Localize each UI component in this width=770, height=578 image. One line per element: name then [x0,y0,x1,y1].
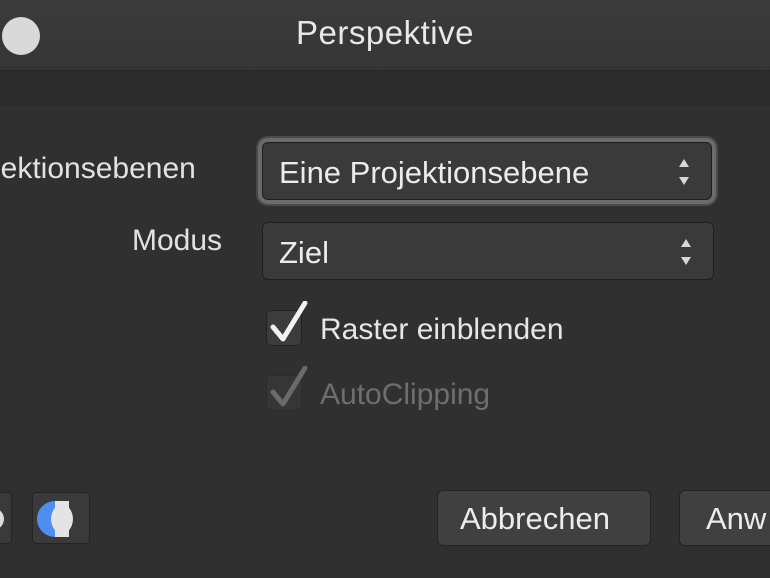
circle-toggle-icon[interactable] [0,492,12,544]
cancel-button[interactable]: Abbrechen [437,490,651,546]
apply-button-label: Anw [706,501,767,536]
split-view-icon[interactable] [32,492,90,544]
cancel-button-label: Abbrechen [460,501,610,536]
apply-button[interactable]: Anw [679,490,770,546]
toolbar-strip [0,71,770,106]
checkmark-icon [270,366,308,407]
select-arrows-icon [677,153,691,191]
mode-select[interactable]: Ziel [262,222,714,280]
mode-label: Modus [132,224,223,257]
autoclip-label: AutoClipping [320,378,491,411]
planes-select[interactable]: Eine Projektionsebene [262,142,712,200]
title-bar: Perspektive [0,0,770,71]
planes-select-value: Eine Projektionsebene [279,155,590,190]
mode-select-value: Ziel [279,235,329,270]
show-grid-checkbox[interactable] [266,301,308,346]
select-arrows-icon [679,233,693,271]
show-grid-label: Raster einblenden [320,313,564,346]
planes-label: jektionsebenen [0,152,196,185]
checkmark-icon [270,301,308,342]
autoclip-checkbox[interactable] [266,366,308,411]
window-title: Perspektive [296,14,474,51]
